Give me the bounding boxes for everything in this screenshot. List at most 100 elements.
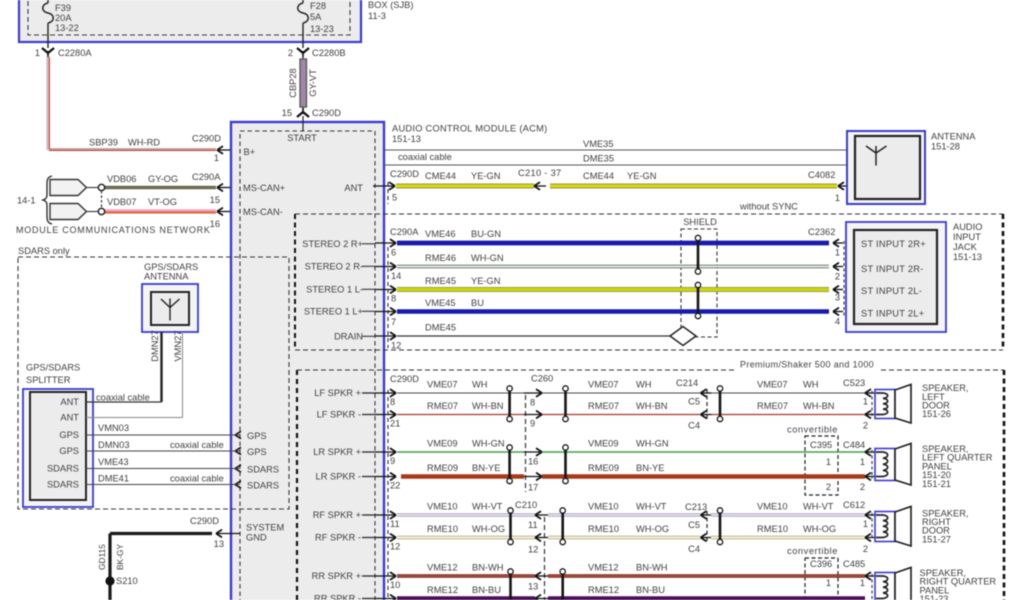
svg-text:C4: C4	[688, 421, 700, 431]
svg-text:ST INPUT 2R-: ST INPUT 2R-	[861, 264, 924, 274]
svg-text:Premium/Shaker 500 and 1000: Premium/Shaker 500 and 1000	[740, 360, 874, 370]
svg-text:VME10: VME10	[588, 502, 619, 512]
svg-text:RF SPKR -: RF SPKR -	[315, 533, 361, 543]
svg-text:STEREO 2 R+: STEREO 2 R+	[302, 239, 363, 249]
svg-text:2: 2	[288, 48, 293, 58]
svg-text:BN-BU: BN-BU	[472, 585, 501, 595]
svg-text:13-23: 13-23	[310, 24, 334, 34]
svg-text:9: 9	[390, 456, 395, 466]
svg-text:C210: C210	[515, 500, 537, 510]
svg-text:F39: F39	[55, 3, 71, 13]
svg-text:2: 2	[835, 272, 840, 282]
svg-text:ANT: ANT	[60, 397, 79, 407]
svg-text:VME45: VME45	[425, 298, 456, 308]
svg-text:coaxial cable: coaxial cable	[398, 152, 452, 162]
svg-text:C4082: C4082	[808, 170, 835, 180]
svg-text:1: 1	[826, 457, 831, 467]
svg-text:14-1: 14-1	[17, 196, 36, 206]
svg-text:7: 7	[391, 317, 396, 327]
svg-text:BN-BU: BN-BU	[636, 585, 665, 595]
svg-text:C290D: C290D	[190, 516, 219, 526]
svg-text:11: 11	[528, 520, 538, 530]
svg-text:ST INPUT 2L-: ST INPUT 2L-	[861, 286, 922, 296]
svg-text:MS-CAN-: MS-CAN-	[243, 207, 283, 217]
svg-text:VDB07: VDB07	[107, 197, 136, 207]
svg-text:SDARS: SDARS	[47, 464, 79, 474]
svg-text:14: 14	[391, 271, 401, 281]
svg-text:2: 2	[863, 544, 868, 554]
svg-text:WH-GN: WH-GN	[471, 253, 504, 263]
svg-text:12: 12	[528, 545, 538, 555]
svg-text:DME41: DME41	[98, 474, 129, 484]
svg-text:WH-OG: WH-OG	[636, 524, 669, 534]
svg-text:VME10: VME10	[427, 502, 458, 512]
svg-text:RME12: RME12	[427, 585, 458, 595]
svg-text:GND: GND	[246, 533, 267, 543]
svg-text:151-13: 151-13	[392, 134, 421, 144]
svg-text:GPS/SDARS: GPS/SDARS	[144, 262, 198, 272]
svg-text:C2280A: C2280A	[58, 48, 92, 58]
svg-text:VME07: VME07	[588, 380, 619, 390]
svg-text:LR SPKR +: LR SPKR +	[313, 447, 361, 457]
svg-text:C5: C5	[688, 520, 700, 530]
svg-text:SDARS: SDARS	[247, 465, 279, 475]
svg-text:coaxial cable: coaxial cable	[170, 474, 224, 484]
svg-text:RME12: RME12	[588, 585, 619, 595]
svg-text:1: 1	[826, 578, 831, 588]
svg-text:16: 16	[210, 219, 220, 229]
svg-text:SDARS: SDARS	[247, 481, 279, 491]
svg-text:8: 8	[530, 398, 535, 408]
svg-text:12: 12	[390, 542, 400, 552]
svg-text:VME35: VME35	[583, 139, 614, 149]
svg-text:VME09: VME09	[427, 439, 458, 449]
svg-text:C290D: C290D	[390, 374, 419, 384]
svg-text:C612: C612	[843, 500, 865, 510]
svg-text:RME45: RME45	[425, 276, 456, 286]
svg-text:BOX (SJB): BOX (SJB)	[368, 0, 413, 10]
svg-text:2: 2	[826, 482, 831, 492]
svg-text:ST INPUT 2R+: ST INPUT 2R+	[861, 239, 926, 249]
svg-text:1: 1	[863, 519, 868, 529]
svg-text:F28: F28	[310, 1, 326, 11]
svg-text:BU: BU	[471, 298, 484, 308]
svg-text:C395: C395	[810, 440, 832, 450]
svg-text:S210: S210	[116, 576, 138, 586]
svg-text:C523: C523	[843, 378, 865, 388]
svg-text:C214: C214	[676, 378, 698, 388]
svg-text:GY-OG: GY-OG	[148, 174, 178, 184]
svg-text:DME35: DME35	[583, 154, 614, 164]
svg-text:5: 5	[392, 193, 397, 203]
svg-text:RME07: RME07	[427, 401, 458, 411]
svg-text:13: 13	[214, 539, 224, 549]
svg-text:RME07: RME07	[588, 401, 619, 411]
svg-text:LF SPKR -: LF SPKR -	[317, 410, 361, 420]
svg-text:C290D: C290D	[312, 108, 341, 118]
svg-text:AUDIO CONTROL MODULE (ACM): AUDIO CONTROL MODULE (ACM)	[392, 124, 547, 134]
svg-text:C2362: C2362	[808, 227, 835, 237]
svg-text:WH-GN: WH-GN	[636, 439, 669, 449]
svg-text:C484: C484	[843, 440, 865, 450]
svg-text:DME45: DME45	[425, 323, 456, 333]
svg-text:WH-BN: WH-BN	[472, 401, 504, 411]
svg-text:4: 4	[835, 317, 840, 327]
svg-text:LR SPKR -: LR SPKR -	[316, 472, 361, 482]
svg-text:1: 1	[835, 193, 840, 203]
svg-text:SDARS only: SDARS only	[18, 246, 70, 256]
svg-text:WH-BN: WH-BN	[803, 401, 835, 411]
svg-text:WH: WH	[803, 380, 819, 390]
svg-text:1: 1	[835, 248, 840, 258]
svg-text:convertible: convertible	[787, 425, 838, 435]
svg-text:BN-WH: BN-WH	[472, 563, 504, 573]
svg-text:WH-RD: WH-RD	[128, 138, 160, 148]
svg-text:coaxial cable: coaxial cable	[170, 440, 224, 450]
svg-text:VME46: VME46	[425, 229, 456, 239]
svg-text:C210 - 37: C210 - 37	[518, 168, 562, 178]
svg-text:WH: WH	[472, 380, 488, 390]
svg-text:VME12: VME12	[427, 563, 458, 573]
svg-text:151-13: 151-13	[953, 252, 982, 262]
svg-text:SDARS: SDARS	[47, 480, 79, 490]
svg-text:RME09: RME09	[427, 463, 458, 473]
svg-text:WH-OG: WH-OG	[472, 524, 505, 534]
svg-text:DRAIN: DRAIN	[334, 332, 363, 342]
svg-text:C213: C213	[685, 502, 707, 512]
